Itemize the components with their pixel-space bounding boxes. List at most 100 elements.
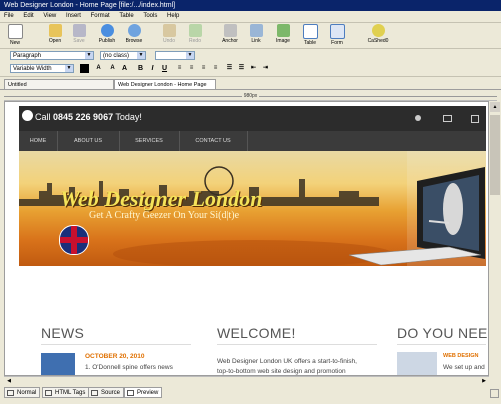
need-heading: DO YOU NEED A [397, 325, 488, 341]
new-document-icon [7, 24, 23, 39]
site-logo-text: Web Designer London [60, 186, 263, 211]
chevron-down-icon: ▼ [186, 52, 194, 59]
nav-contact-us[interactable]: CONTACT US [179, 131, 248, 151]
news-thumbnail [41, 353, 75, 375]
normal-view-icon [7, 390, 14, 396]
width-select[interactable]: Variable Width ▼ [10, 64, 74, 73]
tab-source-label: Source [101, 390, 121, 396]
menu-help[interactable]: Help [163, 11, 183, 22]
class-select[interactable]: (no class) ▼ [100, 51, 146, 60]
paragraph-value: Paragraph [13, 53, 42, 59]
outdent-icon[interactable]: ⇤ [249, 64, 258, 73]
html-tags-icon [45, 390, 52, 396]
union-jack-icon [59, 225, 89, 255]
text-color-icon[interactable] [80, 64, 89, 73]
bullet-list-icon[interactable]: ☰ [237, 64, 246, 73]
phone-prefix: Call [35, 112, 54, 122]
format-toolbar: Paragraph ▼ (no class) ▼ ▼ Variable Width ▼… [0, 48, 501, 77]
form-button[interactable]: Form [324, 23, 350, 47]
news-heading: NEWS [41, 325, 85, 341]
title-bar: Web Designer London - Home Page [file:/.… [0, 0, 501, 11]
align-right-icon[interactable]: ≡ [199, 64, 208, 73]
image-button[interactable]: Image [270, 23, 296, 47]
site-nav: HOME ABOUT US SERVICES CONTACT US [19, 131, 486, 151]
menu-file[interactable]: File [0, 11, 18, 22]
font-size-up-icon[interactable]: A [108, 64, 117, 73]
tab-preview[interactable]: Preview [124, 387, 163, 398]
table-button[interactable]: Table [297, 23, 323, 47]
numbered-list-icon[interactable]: ☰ [225, 64, 234, 73]
chevron-down-icon: ▼ [85, 52, 93, 59]
menu-table[interactable]: Table [115, 11, 137, 22]
home-icon[interactable] [415, 115, 421, 121]
menu-view[interactable]: View [39, 11, 60, 22]
phone-number: 0845 226 9067 [53, 112, 114, 122]
scroll-up-icon[interactable]: ▲ [490, 102, 500, 112]
vertical-scrollbar[interactable]: ▲ [489, 101, 501, 376]
menu-edit[interactable]: Edit [19, 11, 37, 22]
phone-suffix: Today! [113, 112, 142, 122]
menu-insert[interactable]: Insert [62, 11, 85, 22]
news-divider [41, 344, 191, 345]
need-text: We set up and [443, 364, 485, 371]
scroll-thumb[interactable] [490, 115, 500, 195]
tab-home-page[interactable]: Web Designer London - Home Page [114, 79, 216, 89]
link-button[interactable]: Link [243, 23, 269, 47]
tab-html-tags[interactable]: HTML Tags [42, 387, 90, 398]
nav-services[interactable]: SERVICES [119, 131, 180, 151]
link-label: Link [251, 38, 261, 44]
bold-button[interactable]: B [136, 64, 145, 73]
paragraph-select[interactable]: Paragraph ▼ [10, 51, 94, 60]
redo-label: Redo [189, 38, 201, 44]
horizontal-scrollbar[interactable]: ◀ ▶ [4, 376, 489, 386]
phone-line: Call 0845 226 9067 Today! [35, 112, 142, 122]
justify-icon[interactable]: ≡ [211, 64, 220, 73]
save-label: Save [73, 38, 85, 44]
indent-icon[interactable]: ⇥ [261, 64, 270, 73]
form-label: Form [331, 40, 343, 46]
font-size-up-large-icon[interactable]: A [120, 64, 129, 73]
tab-normal-label: Normal [17, 390, 37, 396]
align-left-icon[interactable]: ≡ [175, 64, 184, 73]
tab-untitled[interactable]: Untitled [4, 79, 114, 89]
browse-button[interactable]: Browse [121, 23, 147, 47]
redo-button[interactable]: Redo [182, 23, 208, 47]
tab-home-label: Web Designer London - Home Page [118, 82, 207, 88]
new-label: New [9, 40, 20, 46]
open-button[interactable]: Open [42, 23, 68, 47]
web-design-thumbnail [397, 352, 437, 375]
menu-tools[interactable]: Tools [139, 11, 161, 22]
save-button[interactable]: Save [66, 23, 92, 47]
main-toolbar: New Open Save Publish Browse Undo Redo A… [0, 22, 501, 49]
editor-canvas[interactable]: Call 0845 226 9067 Today! HOME ABOUT US … [4, 101, 489, 376]
cashed-button[interactable]: CaShed0 [362, 23, 394, 47]
underline-button[interactable]: U [160, 64, 169, 73]
font-size-down-icon[interactable]: A [94, 64, 103, 73]
site-logo-badge-icon [22, 110, 33, 121]
tab-normal[interactable]: Normal [4, 387, 41, 398]
link-icon [249, 24, 263, 37]
cashed-label: CaShed0 [367, 38, 389, 44]
publish-button[interactable]: Publish [94, 23, 120, 47]
news-text[interactable]: 1. O'Donnell spine offers news [85, 364, 173, 371]
resize-grip-icon[interactable] [490, 389, 499, 398]
mail-icon[interactable] [443, 115, 452, 122]
italic-button[interactable]: I [148, 64, 157, 73]
font-size-select[interactable]: ▼ [155, 51, 195, 60]
width-ruler: 980px [4, 93, 497, 101]
scroll-right-icon[interactable]: ▶ [480, 377, 488, 385]
width-value: Variable Width [13, 66, 52, 72]
menu-format[interactable]: Format [87, 11, 114, 22]
need-subheading: WEB DESIGN [443, 353, 479, 359]
align-center-icon[interactable]: ≡ [187, 64, 196, 73]
nav-home[interactable]: HOME [19, 131, 58, 151]
sitemap-icon[interactable] [471, 115, 479, 123]
undo-button[interactable]: Undo [156, 23, 182, 47]
new-button[interactable]: New [2, 23, 28, 47]
source-icon [91, 390, 98, 396]
scroll-left-icon[interactable]: ◀ [5, 377, 13, 385]
tab-untitled-label: Untitled [8, 82, 27, 88]
nav-about-us[interactable]: ABOUT US [57, 131, 120, 151]
tab-source[interactable]: Source [88, 387, 125, 398]
anchor-button[interactable]: Anchor [217, 23, 243, 47]
